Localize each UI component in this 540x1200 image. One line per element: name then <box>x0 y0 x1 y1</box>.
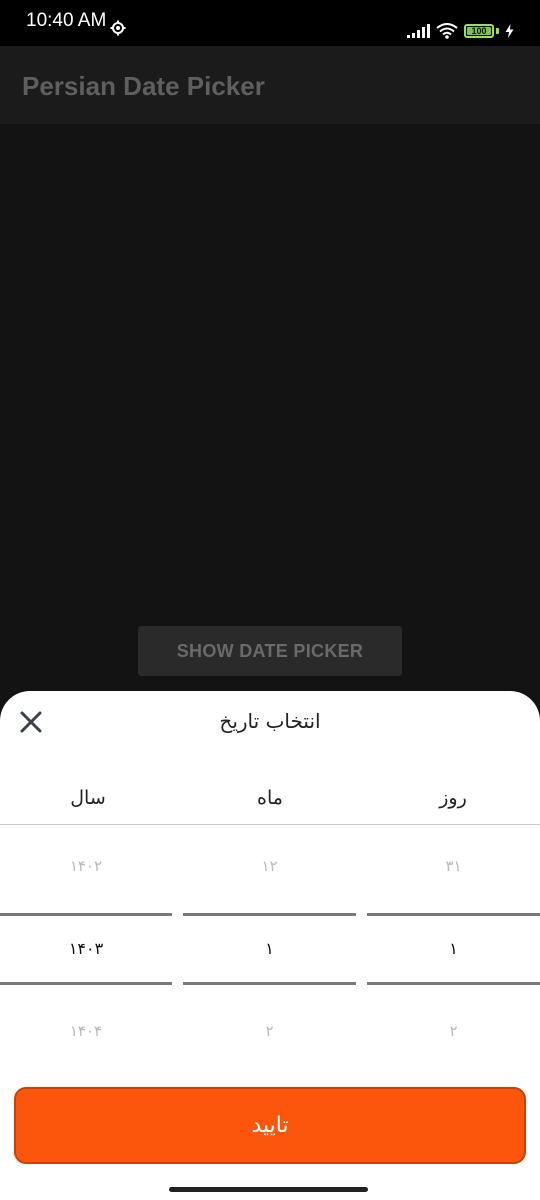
charging-icon <box>505 24 514 38</box>
month-column-header: ماه <box>257 787 283 809</box>
year-prev-value[interactable]: ۱۴۰۲ <box>0 857 172 875</box>
day-next-value[interactable]: ۲ <box>367 1022 540 1040</box>
confirm-button[interactable]: تایید <box>14 1087 526 1164</box>
day-column-header: روز <box>439 787 467 809</box>
day-selected-value[interactable]: ۱ <box>367 939 540 958</box>
day-prev-value[interactable]: ۳۱ <box>367 857 540 875</box>
year-selection-line-top <box>0 913 172 916</box>
year-next-value[interactable]: ۱۴۰۴ <box>0 1022 172 1040</box>
year-selection-line-bottom <box>0 982 172 985</box>
battery-level: 100 <box>471 25 487 36</box>
signal-icon <box>407 24 430 38</box>
month-selection-line-bottom <box>183 982 356 985</box>
year-wheel[interactable]: ۱۴۰۲ ۱۴۰۳ ۱۴۰۴ <box>0 825 172 1085</box>
home-indicator[interactable] <box>169 1187 368 1192</box>
month-wheel[interactable]: ۱۲ ۱ ۲ <box>183 825 356 1085</box>
status-time: 10:40 AM <box>26 10 107 31</box>
battery-icon: 100 <box>464 24 494 38</box>
screen: 10:40 AM 100 Persian Date Picker SHOW DA… <box>0 0 540 1200</box>
wifi-icon <box>436 23 458 39</box>
show-date-picker-button[interactable]: SHOW DATE PICKER <box>138 626 402 676</box>
year-column-header: سال <box>70 787 106 809</box>
app-title: Persian Date Picker <box>22 71 265 101</box>
day-wheel[interactable]: ۳۱ ۱ ۲ <box>367 825 540 1085</box>
year-selected-value[interactable]: ۱۴۰۳ <box>0 939 172 958</box>
status-bar: 10:40 AM 100 <box>0 0 540 46</box>
day-selection-line-top <box>367 913 540 916</box>
month-selected-value[interactable]: ۱ <box>183 939 356 958</box>
month-selection-line-top <box>183 913 356 916</box>
battery-tip <box>496 28 499 34</box>
app-bar: Persian Date Picker <box>0 46 540 124</box>
date-picker-sheet: انتخاب تاریخ سال ماه روز ۱۴۰۲ ۱۴۰۳ ۱۴۰۴ … <box>0 691 540 1200</box>
month-next-value[interactable]: ۲ <box>183 1022 356 1040</box>
day-selection-line-bottom <box>367 982 540 985</box>
month-prev-value[interactable]: ۱۲ <box>183 857 356 875</box>
status-icons: 100 <box>407 20 514 42</box>
sheet-title: انتخاب تاریخ <box>219 709 321 733</box>
gear-icon <box>110 20 126 36</box>
